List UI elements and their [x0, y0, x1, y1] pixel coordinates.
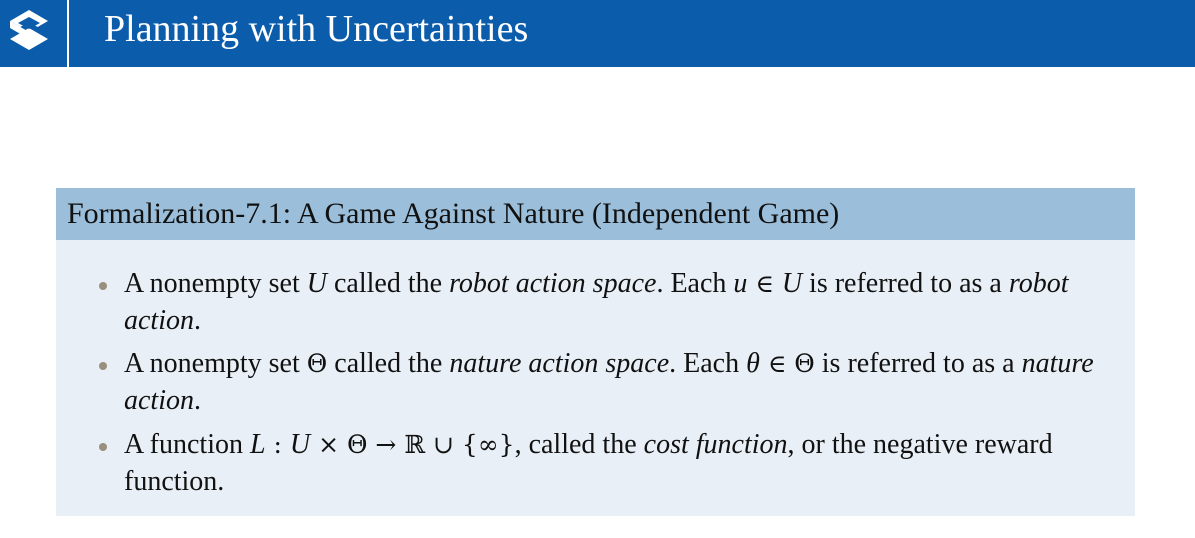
bullet-icon: [99, 362, 107, 370]
math-operator: ∈: [759, 349, 795, 378]
math-symbol: Θ: [794, 349, 815, 378]
math-symbol: u: [733, 268, 748, 299]
math-symbol: θ: [746, 348, 760, 379]
item-text: called the: [327, 348, 450, 379]
math-symbol: L: [250, 429, 266, 460]
item-text: called the: [327, 268, 450, 299]
emphasis-term: robot action space: [449, 268, 657, 299]
stacked-chevrons-logo-icon: [10, 10, 48, 50]
item-text: . Each: [656, 268, 734, 299]
emphasis-term: cost function: [643, 429, 788, 460]
list-item-nature-action-space: A nonempty set Θ called the nature actio…: [124, 345, 1114, 419]
emphasis-term: nature action space: [449, 348, 670, 379]
bullet-icon: [99, 443, 107, 451]
math-symbol: U: [781, 268, 803, 299]
math-expression: × Θ → ℝ ∪ {∞}: [310, 430, 515, 459]
math-symbol: Θ: [306, 349, 328, 378]
box-header: Formalization-7.1: A Game Against Nature…: [56, 188, 1135, 240]
logo-divider: [67, 0, 69, 67]
item-text: is referred to as a: [802, 268, 1009, 299]
item-text: .: [194, 385, 201, 416]
item-text: .: [194, 305, 201, 336]
header-bar: Planning with Uncertainties: [0, 0, 1195, 67]
math-symbol: U: [289, 429, 311, 460]
list-item-cost-function: A function L : U × Θ → ℝ ∪ {∞}, called t…: [124, 426, 1114, 500]
item-text: , called the: [514, 429, 644, 460]
list-item-robot-action-space: A nonempty set U called the robot action…: [124, 265, 1114, 339]
item-text: A function: [124, 429, 250, 460]
item-text: is referred to as a: [814, 348, 1022, 379]
box-title: Formalization-7.1: A Game Against Nature…: [67, 197, 840, 230]
bullet-icon: [99, 282, 107, 290]
math-operator: :: [265, 430, 290, 459]
item-text: A nonempty set: [124, 348, 307, 379]
formalization-box: Formalization-7.1: A Game Against Nature…: [56, 188, 1135, 516]
item-text: . Each: [669, 348, 747, 379]
page-title: Planning with Uncertainties: [104, 8, 529, 50]
item-text: A nonempty set: [124, 268, 307, 299]
math-symbol: U: [306, 268, 327, 299]
math-operator: ∈: [747, 269, 782, 298]
